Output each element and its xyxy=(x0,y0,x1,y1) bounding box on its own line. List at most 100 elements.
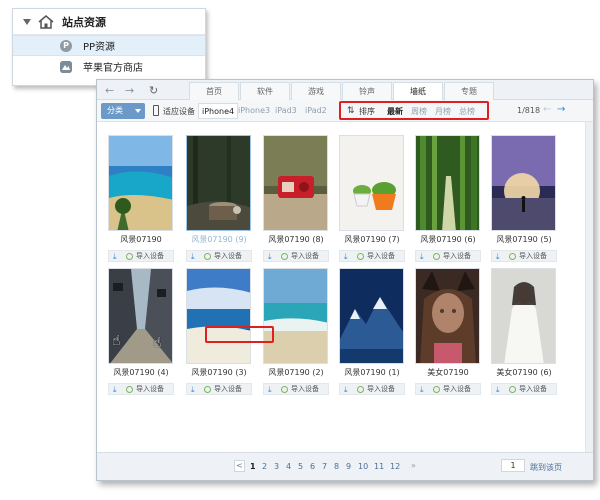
download-icon[interactable]: ⤓ xyxy=(191,384,195,395)
wallpaper-thumbnail[interactable] xyxy=(186,135,251,231)
tab-wallpapers[interactable]: 墙纸 xyxy=(393,82,443,101)
page-number-link[interactable]: 1 xyxy=(250,462,256,471)
import-device-button[interactable]: 导入设备 xyxy=(136,251,164,262)
import-device-button[interactable]: 导入设备 xyxy=(367,251,395,262)
wallpaper-card[interactable] xyxy=(491,268,556,364)
refresh-icon[interactable]: ↻ xyxy=(149,84,158,97)
forward-arrow-icon[interactable]: → xyxy=(125,84,134,97)
import-device-icon xyxy=(509,253,516,260)
wallpaper-card[interactable] xyxy=(108,268,173,364)
import-device-button[interactable]: 导入设备 xyxy=(214,251,242,262)
wallpaper-thumbnail[interactable] xyxy=(263,135,328,231)
import-device-icon xyxy=(509,386,516,393)
download-icon[interactable]: ⤓ xyxy=(113,251,117,262)
import-device-button[interactable]: 导入设备 xyxy=(443,384,471,395)
jump-page-button[interactable]: 跳到该页 xyxy=(530,462,562,473)
rank-overall[interactable]: 总榜 xyxy=(459,106,475,117)
prev-page-button[interactable]: < xyxy=(234,460,245,472)
sidebar-item-pp-resources[interactable]: P PP资源 xyxy=(13,35,205,56)
download-icon[interactable]: ⤓ xyxy=(420,384,424,395)
vertical-scrollbar[interactable] xyxy=(585,122,593,452)
wallpaper-thumbnail[interactable] xyxy=(263,268,328,364)
page-number-link[interactable]: 12 xyxy=(390,462,400,471)
wallpaper-card[interactable] xyxy=(186,135,251,231)
wallpaper-card[interactable] xyxy=(415,268,480,364)
download-icon[interactable]: ⤓ xyxy=(420,251,424,262)
download-icon[interactable]: ⤓ xyxy=(344,251,348,262)
sidebar-item-label: 苹果官方商店 xyxy=(83,63,143,74)
page-number-link[interactable]: 3 xyxy=(274,462,279,471)
page-number-link[interactable]: 11 xyxy=(374,462,384,471)
tab-software[interactable]: 软件 xyxy=(240,82,290,100)
wallpaper-thumbnail[interactable] xyxy=(108,135,173,231)
wallpaper-card[interactable] xyxy=(339,135,404,231)
import-device-button[interactable]: 导入设备 xyxy=(367,384,395,395)
next-page-button[interactable]: » xyxy=(411,461,416,470)
import-device-icon xyxy=(433,253,440,260)
device-filter-iphone4[interactable]: iPhone4 xyxy=(198,103,239,119)
wallpaper-card[interactable] xyxy=(186,268,251,364)
tab-games[interactable]: 游戏 xyxy=(291,82,341,100)
device-filter-ipad2[interactable]: iPad2 xyxy=(302,103,330,119)
tab-ringtones[interactable]: 铃声 xyxy=(342,82,392,100)
wallpaper-card[interactable] xyxy=(491,135,556,231)
tab-bar: ← → ↻ 首页 软件 游戏 铃声 墙纸 专题 xyxy=(97,80,593,101)
tab-home[interactable]: 首页 xyxy=(189,82,239,100)
wallpaper-thumbnail[interactable] xyxy=(491,135,556,231)
page-number-link[interactable]: 5 xyxy=(298,462,303,471)
wallpaper-card[interactable] xyxy=(263,268,328,364)
page-indicator: 1/818 xyxy=(517,106,541,115)
wallpaper-thumbnail[interactable] xyxy=(186,268,251,364)
download-icon[interactable]: ⤓ xyxy=(344,384,348,395)
page-number-link[interactable]: 10 xyxy=(358,462,368,471)
sort-highlight-box: ⇅ 排序 最新 周榜 月榜 总榜 xyxy=(339,101,489,120)
wallpaper-thumbnail[interactable] xyxy=(415,135,480,231)
import-device-button[interactable]: 导入设备 xyxy=(214,384,242,395)
download-icon[interactable]: ⤓ xyxy=(496,251,500,262)
category-dropdown-button[interactable]: 分类 xyxy=(101,103,145,119)
page-number-link[interactable]: 9 xyxy=(346,462,351,471)
download-icon[interactable]: ⤓ xyxy=(113,384,117,395)
page-number-link[interactable]: 8 xyxy=(334,462,339,471)
sidebar-item-app-store[interactable]: 苹果官方商店 xyxy=(13,56,205,77)
jump-page-input[interactable]: 1 xyxy=(501,459,525,472)
import-device-button[interactable]: 导入设备 xyxy=(136,384,164,395)
device-filter-iphone3[interactable]: iPhone3 xyxy=(235,103,273,119)
next-page-arrow-icon[interactable]: → xyxy=(557,104,565,115)
download-icon[interactable]: ⤓ xyxy=(268,384,272,395)
download-icon[interactable]: ⤓ xyxy=(191,251,195,262)
import-device-button[interactable]: 导入设备 xyxy=(291,384,319,395)
download-icon[interactable]: ⤓ xyxy=(268,251,272,262)
wallpaper-thumbnail[interactable] xyxy=(415,268,480,364)
page-number-link[interactable]: 6 xyxy=(310,462,315,471)
wallpaper-thumbnail[interactable] xyxy=(339,135,404,231)
rank-weekly[interactable]: 周榜 xyxy=(411,106,427,117)
back-arrow-icon[interactable]: ← xyxy=(105,84,114,97)
wallpaper-card[interactable] xyxy=(108,135,173,231)
site-resources-header[interactable]: 站点资源 xyxy=(13,9,205,35)
sidebar-item-label: PP资源 xyxy=(83,42,116,53)
page-number-link[interactable]: 7 xyxy=(322,462,327,471)
collapse-triangle-icon[interactable] xyxy=(23,18,31,25)
import-device-icon xyxy=(204,386,211,393)
wallpaper-card[interactable] xyxy=(339,268,404,364)
prev-page-arrow-icon[interactable]: ← xyxy=(543,104,551,115)
wallpaper-thumbnail[interactable] xyxy=(491,268,556,364)
pagination-bar: < 1 2 3 4 5 6 7 8 9 10 11 12 » 1 跳到该页 xyxy=(97,452,593,480)
import-device-button[interactable]: 导入设备 xyxy=(291,251,319,262)
wallpaper-action-bar: ⤓ 导入设备 xyxy=(263,383,329,395)
page-number-link[interactable]: 4 xyxy=(286,462,291,471)
page-number-link[interactable]: 2 xyxy=(262,462,267,471)
import-device-button[interactable]: 导入设备 xyxy=(519,251,547,262)
wallpaper-card[interactable] xyxy=(415,135,480,231)
rank-monthly[interactable]: 月榜 xyxy=(435,106,451,117)
wallpaper-thumbnail[interactable] xyxy=(339,268,404,364)
wallpaper-card[interactable] xyxy=(263,135,328,231)
download-icon[interactable]: ⤓ xyxy=(496,384,500,395)
import-device-button[interactable]: 导入设备 xyxy=(443,251,471,262)
import-device-button[interactable]: 导入设备 xyxy=(519,384,547,395)
tab-topics[interactable]: 专题 xyxy=(444,82,494,100)
rank-latest[interactable]: 最新 xyxy=(387,106,403,117)
wallpaper-thumbnail[interactable] xyxy=(108,268,173,364)
device-filter-ipad3[interactable]: iPad3 xyxy=(272,103,300,119)
